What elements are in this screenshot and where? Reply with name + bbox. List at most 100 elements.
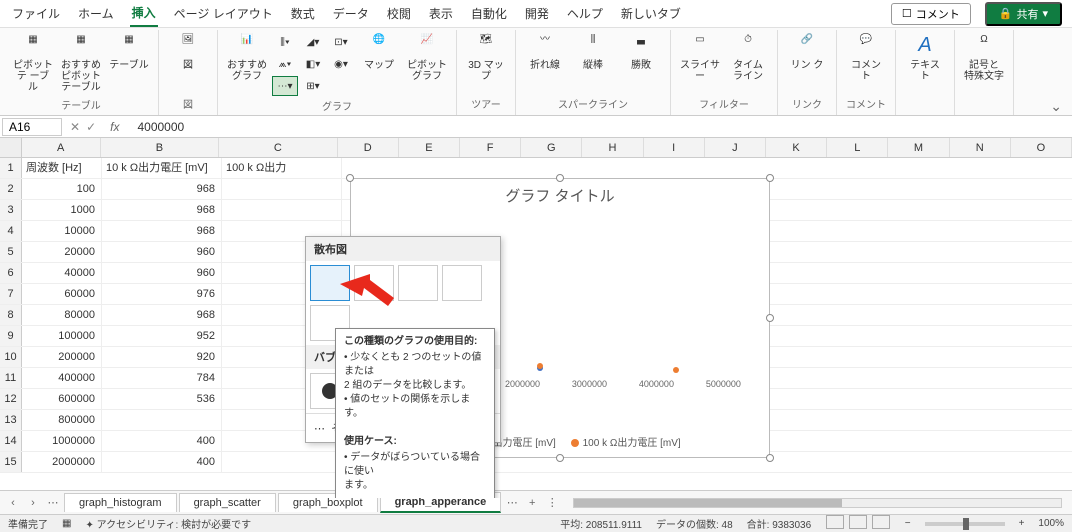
- cell[interactable]: 968: [102, 179, 222, 199]
- row-header[interactable]: 11: [0, 368, 22, 388]
- scatter-straight-lines-thumb[interactable]: [442, 265, 482, 301]
- cell[interactable]: 1000000: [22, 431, 102, 451]
- row-header[interactable]: 12: [0, 389, 22, 409]
- slicer-button[interactable]: ▭スライサー: [677, 32, 723, 84]
- row-header[interactable]: 9: [0, 326, 22, 346]
- cell[interactable]: [102, 410, 222, 430]
- zoom-in-button[interactable]: +: [1019, 518, 1025, 529]
- tab-help[interactable]: ヘルプ: [565, 1, 605, 26]
- chart-area-button[interactable]: ◢▾: [300, 32, 326, 52]
- zoom-slider[interactable]: [925, 522, 1005, 526]
- scatter-smooth-thumb[interactable]: [398, 265, 438, 301]
- row-header[interactable]: 10: [0, 347, 22, 367]
- chart-title[interactable]: グラフ タイトル: [351, 179, 769, 212]
- cell[interactable]: 2000000: [22, 452, 102, 472]
- cell[interactable]: 周波数 [Hz]: [22, 158, 102, 178]
- col-header[interactable]: G: [521, 138, 582, 157]
- cell[interactable]: 400: [102, 431, 222, 451]
- row-header[interactable]: 3: [0, 200, 22, 220]
- cell[interactable]: 400000: [22, 368, 102, 388]
- name-box[interactable]: [2, 118, 62, 136]
- row-header[interactable]: 7: [0, 284, 22, 304]
- view-normal-button[interactable]: [826, 515, 844, 529]
- zoom-out-button[interactable]: −: [905, 518, 911, 529]
- chart-line-button[interactable]: ⩕▾: [272, 54, 298, 74]
- cell[interactable]: 10000: [22, 221, 102, 241]
- row-header[interactable]: 5: [0, 242, 22, 262]
- text-button[interactable]: Aテキス ト: [902, 32, 948, 84]
- resize-handle[interactable]: [346, 174, 354, 182]
- accessibility-status[interactable]: ✦ アクセシビリティ: 検討が必要です: [85, 516, 251, 531]
- cell[interactable]: 100 k Ω出力: [222, 158, 342, 178]
- cell[interactable]: [222, 200, 342, 220]
- sheet-more[interactable]: ⋯: [503, 496, 521, 509]
- tab-view[interactable]: 表示: [427, 1, 455, 26]
- cell[interactable]: 100000: [22, 326, 102, 346]
- cell[interactable]: 80000: [22, 305, 102, 325]
- cell[interactable]: 968: [102, 221, 222, 241]
- row-header[interactable]: 2: [0, 179, 22, 199]
- cell[interactable]: 40000: [22, 263, 102, 283]
- horizontal-scrollbar[interactable]: [573, 498, 1062, 508]
- col-header[interactable]: O: [1011, 138, 1072, 157]
- tab-dev[interactable]: 開発: [523, 1, 551, 26]
- sheet-tab[interactable]: graph_scatter: [179, 493, 276, 512]
- cell[interactable]: 600000: [22, 389, 102, 409]
- link-button[interactable]: 🔗リン ク: [784, 32, 830, 73]
- chart-radar-button[interactable]: ◉▾: [328, 54, 354, 74]
- row-header[interactable]: 1: [0, 158, 22, 178]
- cell[interactable]: 400: [102, 452, 222, 472]
- tab-automate[interactable]: 自動化: [469, 1, 509, 26]
- resize-handle[interactable]: [766, 314, 774, 322]
- tab-home[interactable]: ホーム: [76, 1, 116, 26]
- cell[interactable]: 60000: [22, 284, 102, 304]
- cell[interactable]: [222, 179, 342, 199]
- cancel-icon[interactable]: ✕: [70, 120, 80, 134]
- cell[interactable]: 1000: [22, 200, 102, 220]
- ribbon-collapse-button[interactable]: ⌄: [1040, 30, 1072, 115]
- fx-icon[interactable]: fx: [102, 120, 127, 134]
- cell[interactable]: 952: [102, 326, 222, 346]
- resize-handle[interactable]: [766, 174, 774, 182]
- tab-data[interactable]: データ: [331, 1, 371, 26]
- status-stats-icon[interactable]: ▦: [62, 518, 71, 529]
- cell[interactable]: 960: [102, 242, 222, 262]
- chart-scatter-button[interactable]: ⋯▾: [272, 76, 298, 96]
- row-header[interactable]: 8: [0, 305, 22, 325]
- tab-formulas[interactable]: 数式: [289, 1, 317, 26]
- col-header[interactable]: L: [827, 138, 888, 157]
- cell[interactable]: 100: [22, 179, 102, 199]
- share-button[interactable]: 🔒 共有 ▾: [985, 2, 1062, 26]
- col-header[interactable]: J: [705, 138, 766, 157]
- table-button[interactable]: ▦テーブル: [106, 32, 152, 73]
- chart-hierarchy-button[interactable]: ◧▾: [300, 54, 326, 74]
- sheet-nav-next[interactable]: ›: [24, 497, 42, 509]
- comment-button[interactable]: ☐ コメント: [891, 3, 971, 25]
- col-header[interactable]: D: [338, 138, 399, 157]
- sparkline-column-button[interactable]: ⫼縦棒: [570, 32, 616, 73]
- symbol-button[interactable]: Ω記号と 特殊文字: [961, 32, 1007, 84]
- view-layout-button[interactable]: [849, 515, 867, 529]
- sheet-nav-prev[interactable]: ‹: [4, 497, 22, 509]
- col-header[interactable]: E: [399, 138, 460, 157]
- col-header[interactable]: C: [219, 138, 337, 157]
- formula-input[interactable]: 4000000: [133, 120, 1072, 134]
- row-header[interactable]: 14: [0, 431, 22, 451]
- row-header[interactable]: 6: [0, 263, 22, 283]
- sparkline-winloss-button[interactable]: ▃勝敗: [618, 32, 664, 73]
- cell[interactable]: 536: [102, 389, 222, 409]
- cell[interactable]: 200000: [22, 347, 102, 367]
- cell[interactable]: 968: [102, 200, 222, 220]
- sparkline-line-button[interactable]: 〰折れ線: [522, 32, 568, 73]
- row-header[interactable]: 4: [0, 221, 22, 241]
- cell[interactable]: 20000: [22, 242, 102, 262]
- ribbon-comment-button[interactable]: 💬コメン ト: [843, 32, 889, 84]
- cell[interactable]: 10 k Ω出力電圧 [mV]: [102, 158, 222, 178]
- chart-combo-button[interactable]: ⊞▾: [300, 76, 326, 96]
- sheet-add[interactable]: +: [523, 497, 541, 509]
- col-header[interactable]: A: [22, 138, 101, 157]
- 3d-map-button[interactable]: 🗺3D マップ: [463, 32, 509, 84]
- resize-handle[interactable]: [556, 174, 564, 182]
- cell[interactable]: 920: [102, 347, 222, 367]
- cell[interactable]: 976: [102, 284, 222, 304]
